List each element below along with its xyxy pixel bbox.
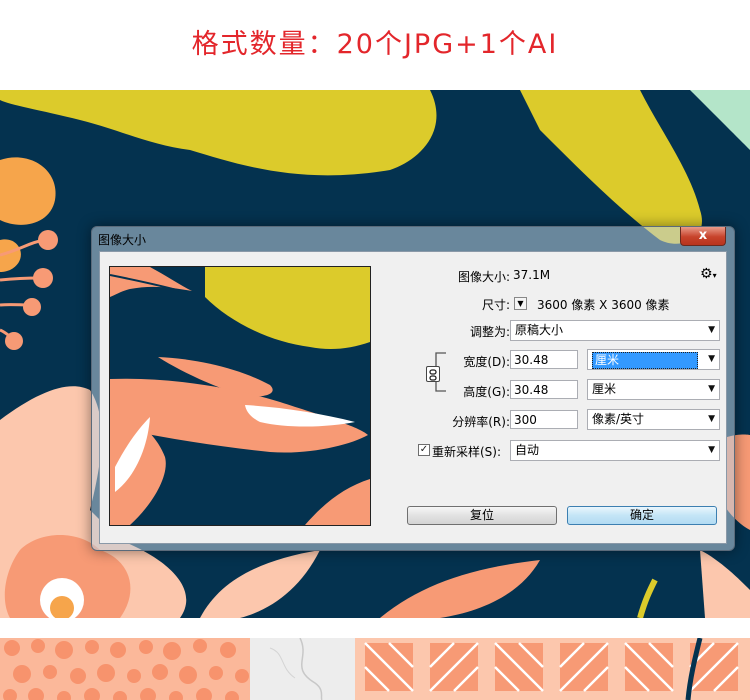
image-size-dialog: 图像大小 x 图像大小: 37.1M ⚙▾ 尺寸: ▼ 3600 像素 X 36…	[91, 226, 735, 551]
resample-label: 重新采样(S):	[432, 445, 502, 459]
height-input[interactable]: 30.48	[510, 380, 578, 399]
dimensions-value: 3600 像素 X 3600 像素	[537, 298, 670, 312]
resolution-input[interactable]: 300	[510, 410, 578, 429]
resample-select[interactable]: 自动 ▼	[510, 440, 720, 461]
width-label: 宽度(D):	[463, 355, 510, 369]
image-size-label: 图像大小:	[457, 270, 510, 284]
checkmark-icon: ✓	[419, 444, 429, 455]
gear-icon[interactable]: ⚙▾	[700, 266, 717, 282]
resample-value: 自动	[515, 443, 540, 457]
resolution-unit-select[interactable]: 像素/英寸 ▼	[587, 409, 720, 430]
fit-to-select[interactable]: 原稿大小 ▼	[510, 320, 720, 341]
resolution-label: 分辨率(R):	[452, 415, 510, 429]
image-preview[interactable]	[109, 266, 371, 526]
dimensions-dropdown[interactable]: ▼	[514, 297, 527, 310]
fit-to-value: 原稿大小	[515, 323, 564, 337]
fit-to-label: 调整为:	[469, 325, 510, 339]
chevron-down-icon: ▼	[517, 299, 524, 308]
headline: 格式数量：20个JPG+1个AI	[191, 29, 559, 60]
dialog-titlebar[interactable]: 图像大小 x	[92, 227, 734, 249]
width-unit-select[interactable]: 厘米 ▼	[587, 349, 720, 370]
resample-checkbox[interactable]: ✓	[418, 444, 430, 456]
dialog-body: 图像大小: 37.1M ⚙▾ 尺寸: ▼ 3600 像素 X 3600 像素 调…	[99, 251, 727, 544]
image-size-value: 37.1M	[513, 268, 551, 282]
height-unit-value: 厘米	[592, 382, 617, 396]
ok-button[interactable]: 确定	[567, 506, 717, 525]
pattern-swatches	[0, 638, 750, 700]
dimensions-label: 尺寸:	[481, 298, 510, 312]
chevron-down-icon: ▼	[708, 414, 715, 424]
height-label: 高度(G):	[463, 385, 510, 399]
height-unit-select[interactable]: 厘米 ▼	[587, 379, 720, 400]
width-input[interactable]: 30.48	[510, 350, 578, 369]
reset-button[interactable]: 复位	[407, 506, 557, 525]
close-button[interactable]: x	[680, 227, 726, 246]
resolution-unit-value: 像素/英寸	[592, 412, 645, 426]
preview-artwork	[110, 267, 370, 525]
close-icon: x	[698, 228, 708, 243]
chevron-down-icon: ▼	[708, 384, 715, 394]
chevron-down-icon: ▼	[708, 325, 715, 335]
dialog-title: 图像大小	[98, 233, 147, 247]
chevron-down-icon: ▼	[708, 445, 715, 455]
chevron-down-icon: ▼	[708, 354, 715, 364]
width-unit-value: 厘米	[592, 352, 698, 369]
